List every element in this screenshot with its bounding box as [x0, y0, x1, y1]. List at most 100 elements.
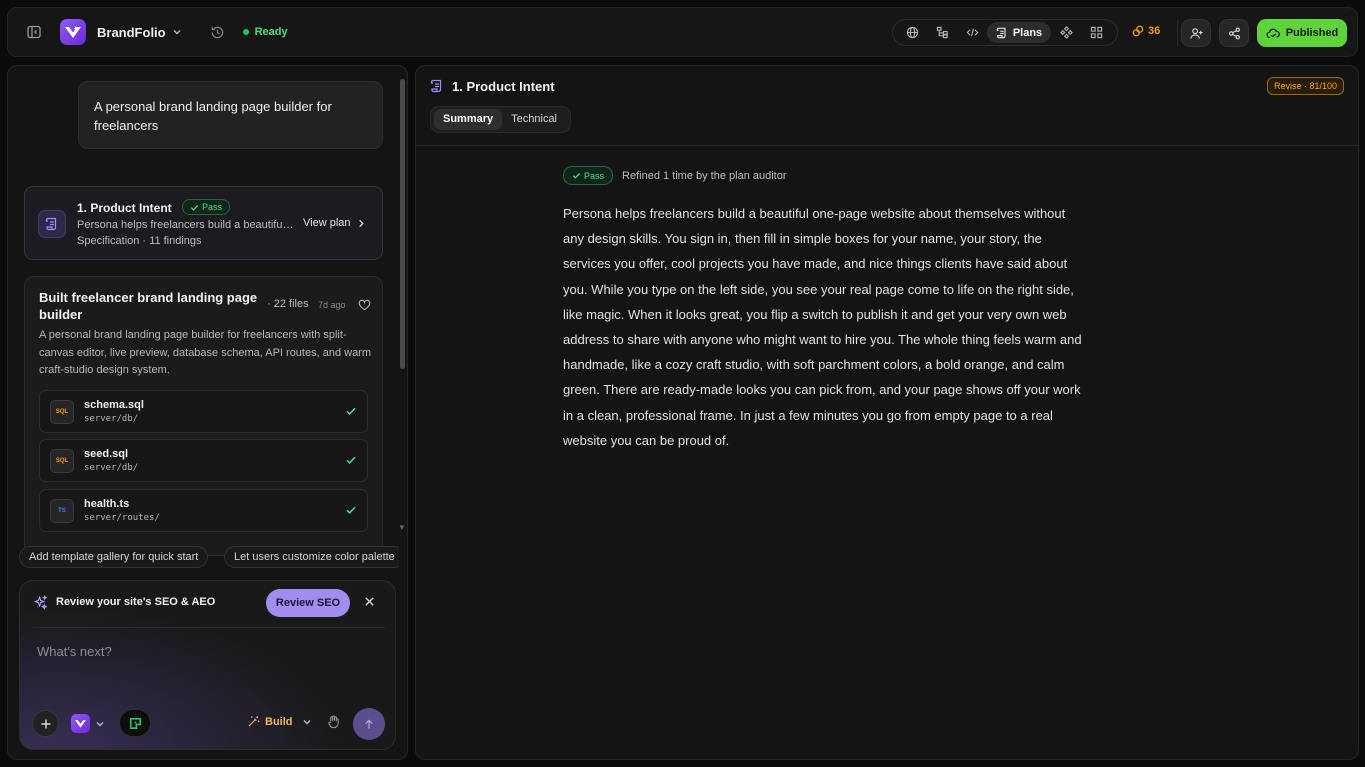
project-name[interactable]: BrandFolio	[97, 25, 166, 40]
hand-icon[interactable]	[327, 715, 340, 729]
pass-badge: Pass	[182, 199, 231, 215]
published-label: Published	[1285, 27, 1339, 39]
chevron-down-icon[interactable]	[172, 27, 182, 37]
model-logo-icon[interactable]	[71, 714, 90, 733]
chat-input[interactable]	[37, 644, 367, 659]
plans-tab[interactable]: Plans	[987, 22, 1051, 43]
build-mode-label: Build	[265, 715, 293, 728]
share-button[interactable]	[1219, 19, 1249, 47]
ts-file-icon: TS	[50, 499, 74, 523]
grid-icon[interactable]	[1081, 22, 1111, 43]
check-icon	[345, 504, 357, 516]
status-dot	[242, 29, 249, 35]
scroll-down-arrow-icon[interactable]: ▼	[398, 523, 406, 532]
check-icon	[345, 405, 357, 417]
plan-panel: 1. Product Intent Revise · 81/100 Summar…	[415, 65, 1359, 760]
plan-title: 1. Product Intent	[452, 79, 555, 94]
file-path: server/db/	[84, 414, 139, 424]
attach-button[interactable]	[32, 710, 59, 737]
sidebar-toggle-icon[interactable]	[24, 22, 44, 42]
chevron-right-icon	[357, 219, 365, 228]
plan-card-product-intent[interactable]: 1. Product Intent Pass Persona helps fre…	[24, 186, 383, 260]
tab-technical[interactable]: Technical	[502, 109, 566, 130]
file-row[interactable]: SQL seed.sql server/db/	[39, 439, 368, 482]
credits-icon	[1132, 25, 1144, 37]
heart-icon[interactable]	[358, 299, 371, 311]
file-path: server/db/	[84, 463, 139, 473]
published-button[interactable]: Published	[1257, 19, 1347, 47]
pass-badge-label: Pass	[584, 170, 605, 181]
scroll-icon	[996, 27, 1008, 39]
plan-card-description: Persona helps freelancers build a beauti…	[77, 219, 295, 231]
build-timestamp: 7d ago	[318, 300, 346, 310]
globe-icon[interactable]	[897, 22, 927, 43]
build-file-count: · 22 files	[267, 298, 309, 310]
sparkles-icon	[33, 595, 48, 610]
plan-card-meta: Specification · 11 findings	[77, 235, 202, 247]
file-row[interactable]: TS health.ts server/routes/	[39, 489, 368, 532]
chevron-down-icon[interactable]	[95, 719, 105, 729]
code-icon[interactable]	[957, 22, 987, 43]
send-button[interactable]	[353, 708, 385, 740]
file-name: seed.sql	[84, 448, 129, 460]
file-row[interactable]: SQL schema.sql server/db/	[39, 390, 368, 433]
close-icon[interactable]	[364, 596, 375, 607]
history-icon[interactable]	[210, 25, 225, 40]
chevron-down-icon	[302, 717, 312, 727]
build-summary-card: Built freelancer brand landing page buil…	[24, 276, 383, 556]
check-icon	[572, 171, 581, 180]
flow-icon[interactable]	[927, 22, 957, 43]
audit-text: Refined 1 time by the plan auditor	[622, 169, 787, 182]
build-title: Built freelancer brand landing page buil…	[39, 290, 258, 322]
magic-wand-icon	[247, 715, 260, 728]
plus-icon	[40, 718, 52, 730]
build-description: A personal brand landing page builder fo…	[39, 329, 372, 376]
pass-badge: Pass	[563, 166, 614, 185]
user-plus-icon	[1189, 27, 1203, 40]
composer-divider	[33, 627, 385, 628]
sql-file-icon: SQL	[50, 400, 74, 424]
file-name: health.ts	[84, 498, 130, 510]
view-toolbar: Plans	[892, 19, 1118, 46]
plan-header-divider	[416, 145, 1358, 146]
seo-prompt-text: Review your site's SEO & AEO	[56, 596, 216, 608]
suggestion-chips: Add template gallery for quick start Let…	[19, 546, 399, 568]
scroll-icon	[430, 79, 444, 93]
scroll-icon	[38, 210, 66, 238]
agent-icon	[128, 716, 143, 731]
check-icon	[190, 203, 199, 212]
view-plan-link[interactable]: View plan	[303, 217, 365, 229]
app-logo-icon[interactable]	[60, 19, 86, 45]
status-text: Ready	[254, 26, 288, 38]
revise-score-badge: Revise · 81/100	[1267, 77, 1345, 95]
tab-summary[interactable]: Summary	[434, 109, 503, 130]
file-name: schema.sql	[84, 399, 144, 411]
cloud-icon	[1266, 27, 1280, 40]
top-bar: BrandFolio Ready Plans 36 Published	[7, 7, 1358, 57]
audit-row: Pass Refined 1 time by the plan auditor	[563, 166, 787, 185]
suggestion-chip[interactable]: Let users customize color palette	[224, 546, 399, 568]
pass-badge-label: Pass	[202, 202, 223, 212]
credits-value: 36	[1148, 25, 1161, 37]
chat-composer: Review your site's SEO & AEO Review SEO	[19, 580, 396, 750]
components-icon[interactable]	[1051, 22, 1081, 43]
app-root: BrandFolio Ready Plans 36 Published ▼ A …	[0, 0, 1365, 767]
chat-scrollbar[interactable]	[400, 79, 405, 369]
plan-card-title: 1. Product Intent	[77, 201, 172, 215]
credits-counter[interactable]: 36	[1132, 25, 1160, 37]
chat-panel: ▼ A personal brand landing page builder …	[7, 65, 408, 760]
review-seo-button[interactable]: Review SEO	[266, 589, 350, 617]
plans-label: Plans	[1012, 26, 1043, 39]
toolbar-divider	[1177, 20, 1178, 46]
check-icon	[345, 454, 357, 466]
sql-file-icon: SQL	[50, 449, 74, 473]
agent-toggle-button[interactable]	[119, 709, 151, 737]
user-message: A personal brand landing page builder fo…	[78, 81, 383, 149]
arrow-up-icon	[364, 719, 374, 730]
file-path: server/routes/	[84, 513, 160, 523]
plan-tabs: Summary Technical	[430, 106, 571, 133]
invite-user-button[interactable]	[1181, 19, 1211, 47]
suggestion-chip[interactable]: Add template gallery for quick start	[19, 546, 209, 568]
build-mode-selector[interactable]: Build	[247, 715, 312, 728]
plan-summary-text: Persona helps freelancers build a beauti…	[563, 206, 1082, 448]
